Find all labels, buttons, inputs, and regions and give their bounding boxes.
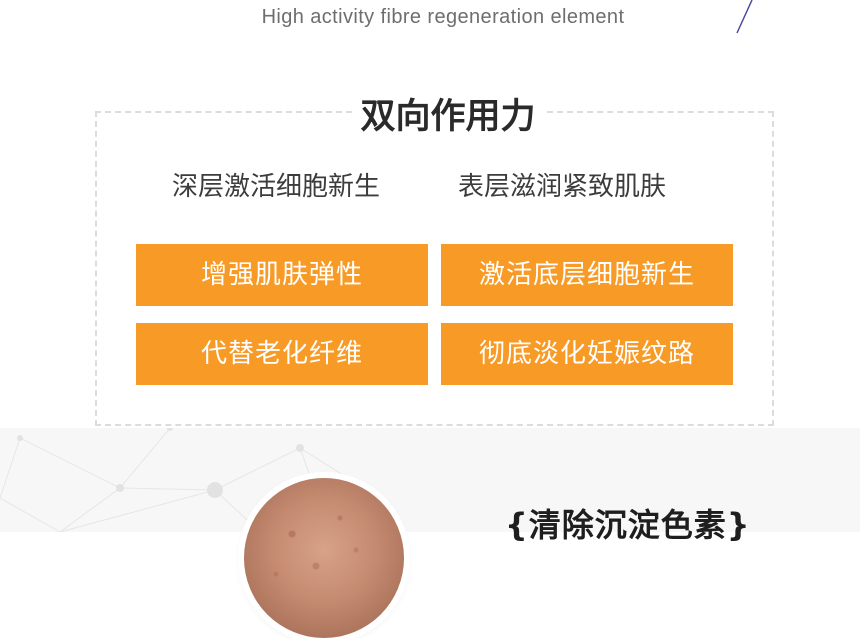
panel-title: 双向作用力: [0, 88, 860, 139]
decorative-slash-line: [736, 0, 753, 34]
feature-surface-moisturize: 表层滋润紧致肌肤: [458, 172, 667, 202]
benefit-fade-stretch-marks: 彻底淡化妊娠纹路: [441, 323, 733, 385]
skin-closeup-image: [244, 478, 404, 638]
benefit-elasticity: 增强肌肤弹性: [136, 244, 428, 306]
benefit-replace-fibers: 代替老化纤维: [136, 323, 428, 385]
benefit-cell-renewal: 激活底层细胞新生: [441, 244, 733, 306]
skin-texture: [244, 478, 404, 638]
decorative-slash: [736, 0, 753, 34]
panel-title-text: 双向作用力: [352, 97, 544, 137]
section-heading: {清除沉淀色素}: [505, 506, 751, 544]
feature-deep-activation: 深层激活细胞新生: [172, 172, 381, 202]
